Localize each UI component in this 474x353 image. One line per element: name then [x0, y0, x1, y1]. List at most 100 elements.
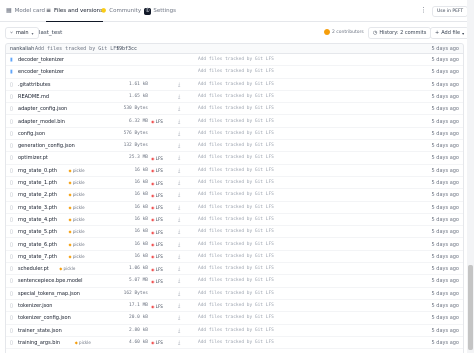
file-name[interactable]: adapter_model.bin [18, 119, 65, 125]
download-icon[interactable]: ⤓ [178, 266, 180, 272]
history-button[interactable]: ◷ History: 2 commits [368, 27, 432, 39]
file-row[interactable]: ▯ README.md 1.65 kB ⤓ Add files tracked by G… [6, 91, 463, 104]
pickle-tag[interactable]: ◆ pickle [69, 229, 85, 234]
pickle-tag[interactable]: ◆ pickle [59, 266, 75, 271]
commit-message[interactable]: Add files tracked by Git LFS [198, 205, 274, 210]
commit-message[interactable]: Add files tracked by Git LFS [198, 266, 274, 271]
commit-message[interactable]: Add files tracked by Git LFS [198, 131, 274, 136]
branch-selector[interactable]: ⑂ main ▾ [5, 27, 39, 39]
file-name[interactable]: sentencepiece.bpe.model [18, 278, 83, 284]
pickle-tag[interactable]: ◆ pickle [69, 254, 85, 259]
download-icon[interactable]: ⤓ [178, 205, 180, 211]
file-name[interactable]: rng_state_3.pth [18, 205, 57, 211]
commit-message[interactable]: Add files tracked by Git LFS [35, 46, 119, 52]
file-row[interactable]: ▯ trainer_state.json 2.80 kB ⤓ Add files tra… [6, 325, 463, 337]
add-file-button[interactable]: + Add file ▾ [430, 27, 470, 39]
commit-message[interactable]: Add files tracked by Git LFS [198, 229, 274, 234]
file-name[interactable]: README.md [18, 94, 49, 100]
download-icon[interactable]: ⤓ [178, 340, 180, 346]
file-name[interactable]: rng_state_5.pth [18, 229, 57, 235]
file-row[interactable]: ▯ special_tokens_map.json 162 Bytes ⤓ Add fi… [6, 288, 463, 300]
commit-message[interactable]: Add files tracked by Git LFS [198, 94, 274, 99]
download-icon[interactable]: ⤓ [178, 82, 180, 88]
contributors-link[interactable]: 2 contributors [324, 29, 364, 35]
file-name[interactable]: tokenizer.json [18, 303, 52, 309]
file-name[interactable]: special_tokens_map.json [18, 291, 80, 297]
pickle-tag[interactable]: ◆ pickle [69, 180, 85, 185]
commit-message[interactable]: Add files tracked by Git LFS [198, 328, 274, 333]
commit-author[interactable]: nankaliah [10, 46, 34, 52]
file-row[interactable]: ▯ config.json 576 Bytes ⤓ Add files tracked … [6, 128, 463, 141]
file-name[interactable]: decoder_tokenizer [18, 57, 64, 63]
tab-files-and-versions[interactable]: ≡ Files and versions [46, 0, 103, 22]
commit-message[interactable]: Add files tracked by Git LFS [198, 82, 274, 87]
download-icon[interactable]: ⤓ [178, 192, 180, 198]
commit-message[interactable]: Add files tracked by Git LFS [198, 254, 274, 259]
file-name[interactable]: tokenizer_config.json [18, 315, 71, 321]
download-icon[interactable]: ⤓ [178, 328, 180, 334]
file-name[interactable]: rng_state_6.pth [18, 242, 57, 248]
download-icon[interactable]: ⤓ [178, 242, 180, 248]
download-icon[interactable]: ⤓ [178, 278, 180, 284]
file-row[interactable]: ▯ .gitattributes 1.61 kB ⤓ Add files tracked… [6, 79, 463, 91]
file-name[interactable]: optimizer.pt [18, 155, 48, 161]
file-row[interactable]: ▯ tokenizer.json 17.1 MB ◉ LFS ⤓ Add files tr… [6, 300, 463, 313]
file-name[interactable]: config.json [18, 131, 45, 137]
folder-row[interactable]: ▮ decoder_tokenizer Add files tracked by G… [6, 54, 463, 67]
file-name[interactable]: training_args.bin [18, 340, 60, 346]
file-row[interactable]: ▯ rng_state_2.pth ◆ pickle 16 kB ◉ LFS ⤓ Add f… [6, 189, 463, 202]
tab-model-card[interactable]: ▦ Model card [6, 0, 45, 22]
scrollbar[interactable] [467, 0, 474, 353]
commit-message[interactable]: Add files tracked by Git LFS [198, 155, 274, 160]
file-row[interactable]: ▯ adapter_config.json 530 Bytes ⤓ Add files … [6, 103, 463, 116]
download-icon[interactable]: ⤓ [178, 143, 180, 149]
file-row[interactable]: ▯ generation_config.json 132 Bytes ⤓ Add fil… [6, 140, 463, 153]
more-options-icon[interactable]: ⋮ [420, 6, 427, 14]
breadcrumb-path[interactable]: last_test [39, 30, 62, 36]
commit-message[interactable]: Add files tracked by Git LFS [198, 291, 274, 296]
file-name[interactable]: rng_state_0.pth [18, 168, 57, 174]
commit-message[interactable]: Add files tracked by Git LFS [198, 57, 274, 62]
commit-message[interactable]: Add files tracked by Git LFS [198, 278, 274, 283]
file-name[interactable]: rng_state_7.pth [18, 254, 57, 260]
pickle-tag[interactable]: ◆ pickle [75, 340, 91, 345]
pickle-tag[interactable]: ◆ pickle [69, 242, 85, 247]
file-row[interactable]: ▯ training_args.bin ◆ pickle 4.60 kB ◉ LFS ⤓ A… [6, 337, 463, 350]
commit-message[interactable]: Add files tracked by Git LFS [198, 119, 274, 124]
commit-message[interactable]: Add files tracked by Git LFS [198, 168, 274, 173]
file-name[interactable]: rng_state_2.pth [18, 192, 57, 198]
file-name[interactable]: rng_state_4.pth [18, 217, 57, 223]
commit-message[interactable]: Add files tracked by Git LFS [198, 303, 274, 308]
folder-row[interactable]: ▮ encoder_tokenizer Add files tracked by G… [6, 66, 463, 79]
pickle-tag[interactable]: ◆ pickle [69, 168, 85, 173]
file-row[interactable]: ▯ rng_state_0.pth ◆ pickle 16 kB ◉ LFS ⤓ Add f… [6, 165, 463, 177]
download-icon[interactable]: ⤓ [178, 291, 180, 297]
tab-community[interactable]: ● Community 1 [101, 0, 151, 22]
commit-message[interactable]: Add files tracked by Git LFS [198, 315, 274, 320]
file-row[interactable]: ▯ optimizer.pt 25.3 MB ◉ LFS ⤓ Add files trac… [6, 152, 463, 165]
file-name[interactable]: generation_config.json [18, 143, 75, 149]
pickle-tag[interactable]: ◆ pickle [69, 217, 85, 222]
download-icon[interactable]: ⤓ [178, 94, 180, 100]
file-name[interactable]: .gitattributes [18, 82, 51, 88]
file-row[interactable]: ▯ rng_state_6.pth ◆ pickle 16 kB ◉ LFS ⤓ Add f… [6, 239, 463, 251]
scrollbar-thumb[interactable] [468, 265, 473, 350]
download-icon[interactable]: ⤓ [178, 168, 180, 174]
file-row[interactable]: ▯ rng_state_1.pth ◆ pickle 16 kB ◉ LFS ⤓ Add f… [6, 177, 463, 190]
commit-hash[interactable]: f9bf3cc [116, 46, 137, 52]
download-icon[interactable]: ⤓ [178, 315, 180, 321]
pickle-tag[interactable]: ◆ pickle [69, 192, 85, 197]
download-icon[interactable]: ⤓ [178, 229, 180, 235]
commit-message[interactable]: Add files tracked by Git LFS [198, 143, 274, 148]
file-row[interactable]: ▯ rng_state_3.pth ◆ pickle 16 kB ◉ LFS ⤓ Add f… [6, 202, 463, 214]
download-icon[interactable]: ⤓ [178, 217, 180, 223]
file-name[interactable]: adapter_config.json [18, 106, 67, 112]
file-row[interactable]: ▯ rng_state_7.pth ◆ pickle 16 kB ◉ LFS ⤓ Add f… [6, 251, 463, 264]
file-name[interactable]: trainer_state.json [18, 328, 62, 334]
tab-settings[interactable]: ⚙ Settings [145, 0, 176, 22]
file-row[interactable]: ▯ adapter_model.bin 6.32 MB ◉ LFS ⤓ Add files… [6, 116, 463, 128]
download-icon[interactable]: ⤓ [178, 180, 180, 186]
file-name[interactable]: scheduler.pt [18, 266, 49, 272]
download-icon[interactable]: ⤓ [178, 119, 180, 125]
download-icon[interactable]: ⤓ [178, 254, 180, 260]
